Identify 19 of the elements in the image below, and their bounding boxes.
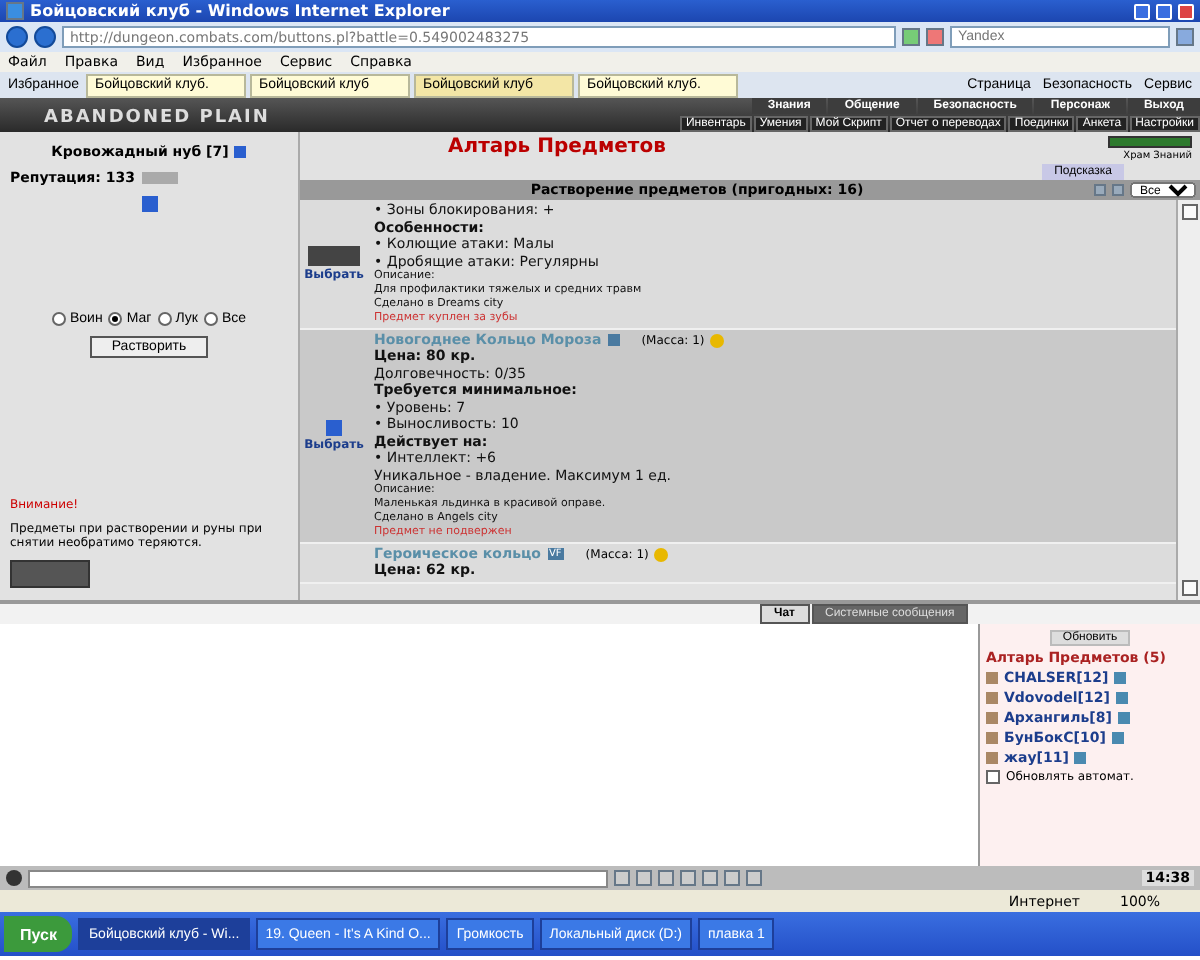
scroll-down-button[interactable] [1181,580,1197,596]
altar-title: Алтарь Предметов [448,136,668,158]
forward-button[interactable] [34,26,56,48]
window-title: Бойцовский клуб - Windows Internet Explorer [30,2,452,20]
medal-icon [710,333,725,347]
counter-drawing [10,560,90,588]
maximize-button[interactable] [1156,3,1172,19]
minimize-button[interactable] [1134,3,1150,19]
reputation-bar [141,172,177,184]
auto-refresh-checkbox[interactable] [986,770,1000,784]
location-bar [1108,136,1192,148]
photo-placeholder [308,246,360,266]
scroll-up-button[interactable] [1181,204,1197,220]
back-button[interactable] [6,26,28,48]
chat-input[interactable] [28,869,608,887]
medal-icon [654,547,669,561]
close-button[interactable] [1178,3,1194,19]
game-logo: ABANDONED PLAIN [42,108,272,132]
start-button[interactable]: Пуск [4,916,73,952]
